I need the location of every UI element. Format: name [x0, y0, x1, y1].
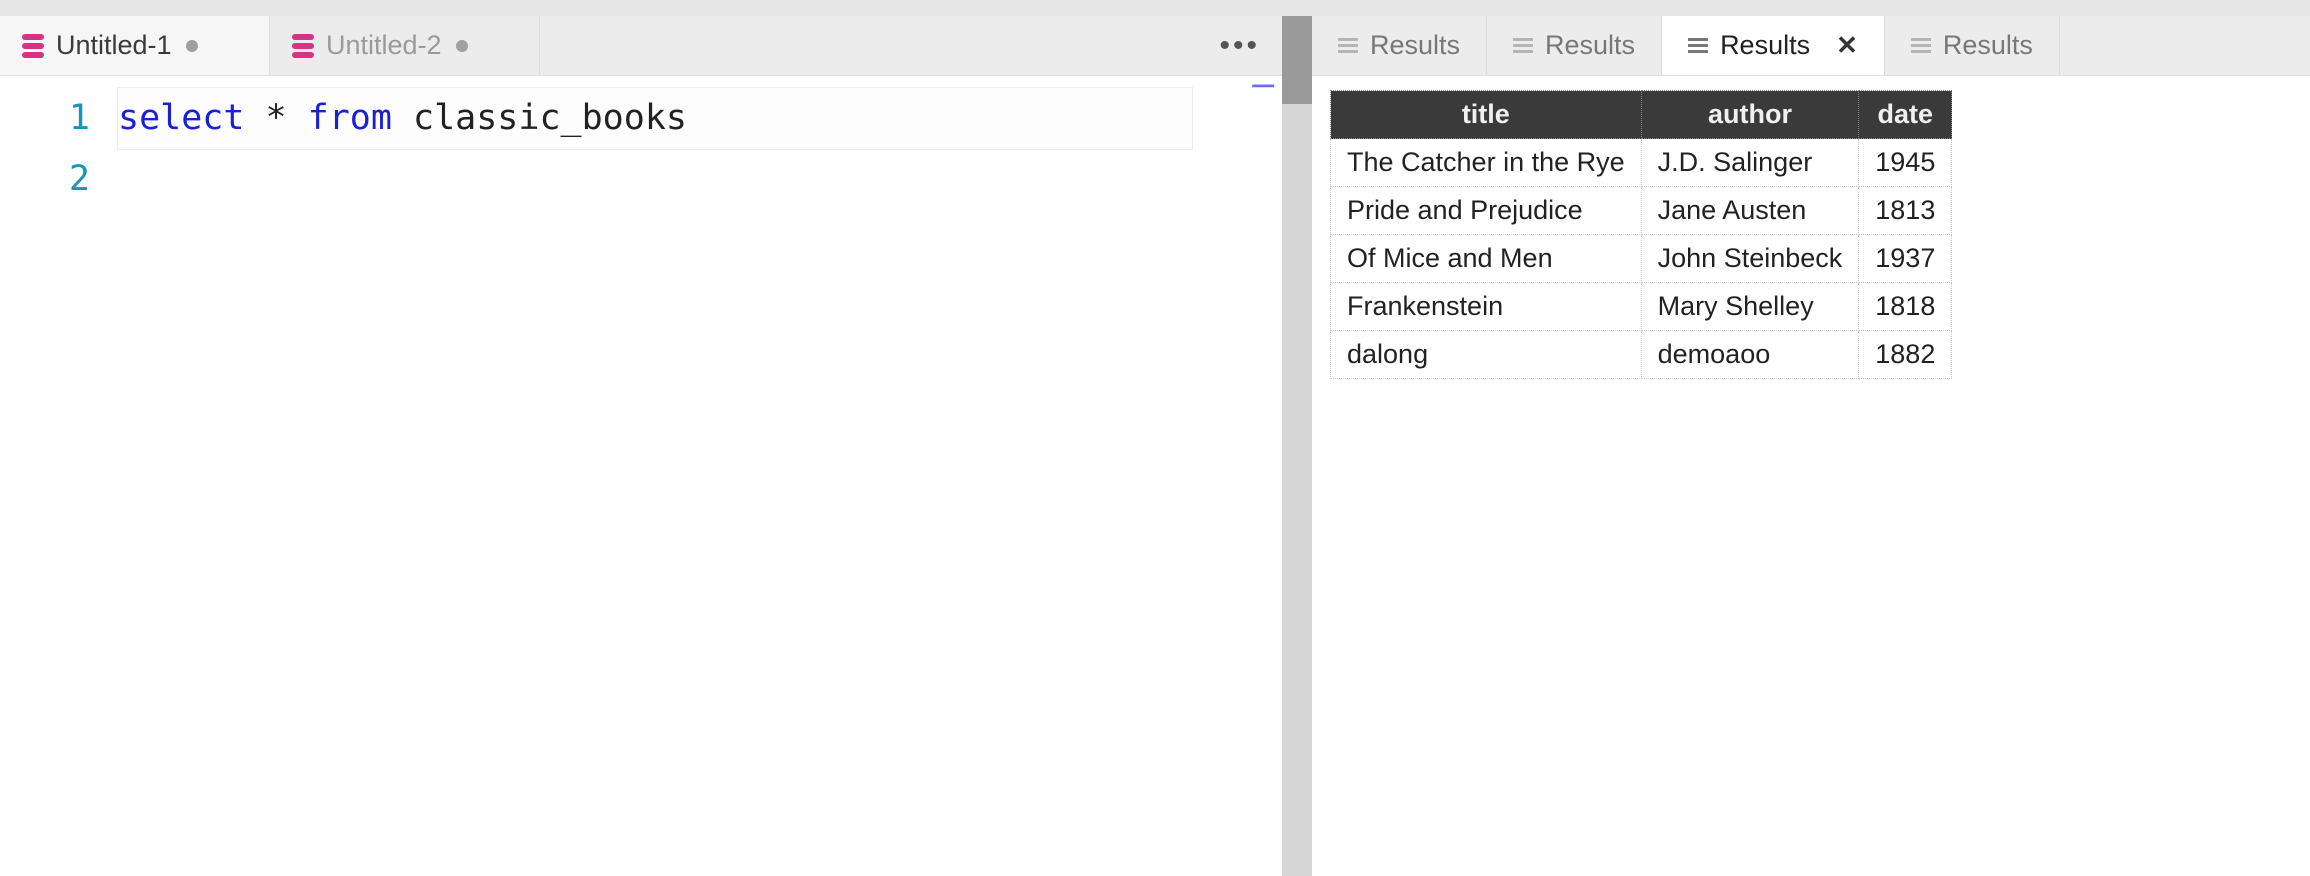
table-cell[interactable]: Frankenstein	[1331, 283, 1642, 331]
pane-splitter[interactable]	[1282, 16, 1312, 876]
table-cell[interactable]: 1945	[1859, 139, 1952, 187]
editor-pane: Untitled-1 Untitled-2 ••• ▂▂▂▂ 1 2 selec…	[0, 16, 1282, 876]
table-cell[interactable]: Jane Austen	[1641, 187, 1859, 235]
table-header[interactable]: author	[1641, 91, 1859, 139]
line-number: 2	[0, 149, 90, 210]
list-icon	[1338, 38, 1358, 53]
code-text: *	[244, 98, 307, 138]
table-body: The Catcher in the Rye J.D. Salinger 194…	[1331, 139, 1952, 379]
results-tab[interactable]: Results	[1312, 16, 1487, 75]
database-icon	[292, 34, 314, 58]
table-header-row: title author date	[1331, 91, 1952, 139]
dirty-indicator-icon	[456, 40, 468, 52]
list-icon	[1911, 38, 1931, 53]
table-header[interactable]: date	[1859, 91, 1952, 139]
results-tab-label: Results	[1370, 30, 1460, 61]
editor-tab-untitled-2[interactable]: Untitled-2	[270, 16, 540, 75]
results-body: title author date The Catcher in the Rye…	[1312, 76, 2310, 876]
line-number-gutter: 1 2	[0, 76, 118, 876]
results-tabbar: Results Results Results ✕ Results	[1312, 16, 2310, 76]
results-pane: Results Results Results ✕ Results title	[1312, 16, 2310, 876]
table-cell[interactable]: Of Mice and Men	[1331, 235, 1642, 283]
results-tab[interactable]: Results	[1487, 16, 1662, 75]
table-cell[interactable]: demoaoo	[1641, 331, 1859, 379]
code-editor[interactable]: ▂▂▂▂ 1 2 select * from classic_books	[0, 76, 1282, 876]
workspace: Untitled-1 Untitled-2 ••• ▂▂▂▂ 1 2 selec…	[0, 16, 2310, 876]
table-cell[interactable]: 1937	[1859, 235, 1952, 283]
close-icon[interactable]: ✕	[1836, 30, 1858, 61]
results-tab[interactable]: Results	[1885, 16, 2060, 75]
editor-tab-label: Untitled-2	[326, 30, 442, 61]
dirty-indicator-icon	[186, 40, 198, 52]
table-cell[interactable]: Pride and Prejudice	[1331, 187, 1642, 235]
table-cell[interactable]: John Steinbeck	[1641, 235, 1859, 283]
table-row[interactable]: dalong demoaoo 1882	[1331, 331, 1952, 379]
editor-tab-label: Untitled-1	[56, 30, 172, 61]
code-line[interactable]: select * from classic_books	[118, 88, 1192, 149]
line-number: 1	[0, 88, 90, 149]
table-cell[interactable]: Mary Shelley	[1641, 283, 1859, 331]
results-tab-label: Results	[1720, 30, 1810, 61]
table-header[interactable]: title	[1331, 91, 1642, 139]
minimap-icon: ▂▂▂▂	[1252, 78, 1274, 88]
editor-tab-untitled-1[interactable]: Untitled-1	[0, 16, 270, 75]
code-lines[interactable]: select * from classic_books	[118, 76, 1282, 876]
results-tab-label: Results	[1943, 30, 2033, 61]
list-icon	[1688, 38, 1708, 53]
window-toolbar-strip	[0, 0, 2310, 16]
table-cell[interactable]: 1813	[1859, 187, 1952, 235]
editor-tabbar: Untitled-1 Untitled-2 •••	[0, 16, 1282, 76]
keyword: from	[308, 98, 392, 138]
results-tab-active[interactable]: Results ✕	[1662, 16, 1885, 75]
scrollbar-thumb-icon[interactable]	[1282, 16, 1312, 104]
table-cell[interactable]: 1882	[1859, 331, 1952, 379]
table-cell[interactable]: J.D. Salinger	[1641, 139, 1859, 187]
table-row[interactable]: Frankenstein Mary Shelley 1818	[1331, 283, 1952, 331]
ellipsis-icon: •••	[1219, 29, 1260, 63]
table-row[interactable]: The Catcher in the Rye J.D. Salinger 194…	[1331, 139, 1952, 187]
keyword: select	[118, 98, 244, 138]
database-icon	[22, 34, 44, 58]
table-cell[interactable]: The Catcher in the Rye	[1331, 139, 1642, 187]
list-icon	[1513, 38, 1533, 53]
results-table: title author date The Catcher in the Rye…	[1330, 90, 1952, 379]
table-cell[interactable]: dalong	[1331, 331, 1642, 379]
table-row[interactable]: Pride and Prejudice Jane Austen 1813	[1331, 187, 1952, 235]
table-cell[interactable]: 1818	[1859, 283, 1952, 331]
tab-overflow-button[interactable]: •••	[1197, 16, 1282, 75]
code-text: classic_books	[392, 98, 687, 138]
table-row[interactable]: Of Mice and Men John Steinbeck 1937	[1331, 235, 1952, 283]
results-tab-label: Results	[1545, 30, 1635, 61]
